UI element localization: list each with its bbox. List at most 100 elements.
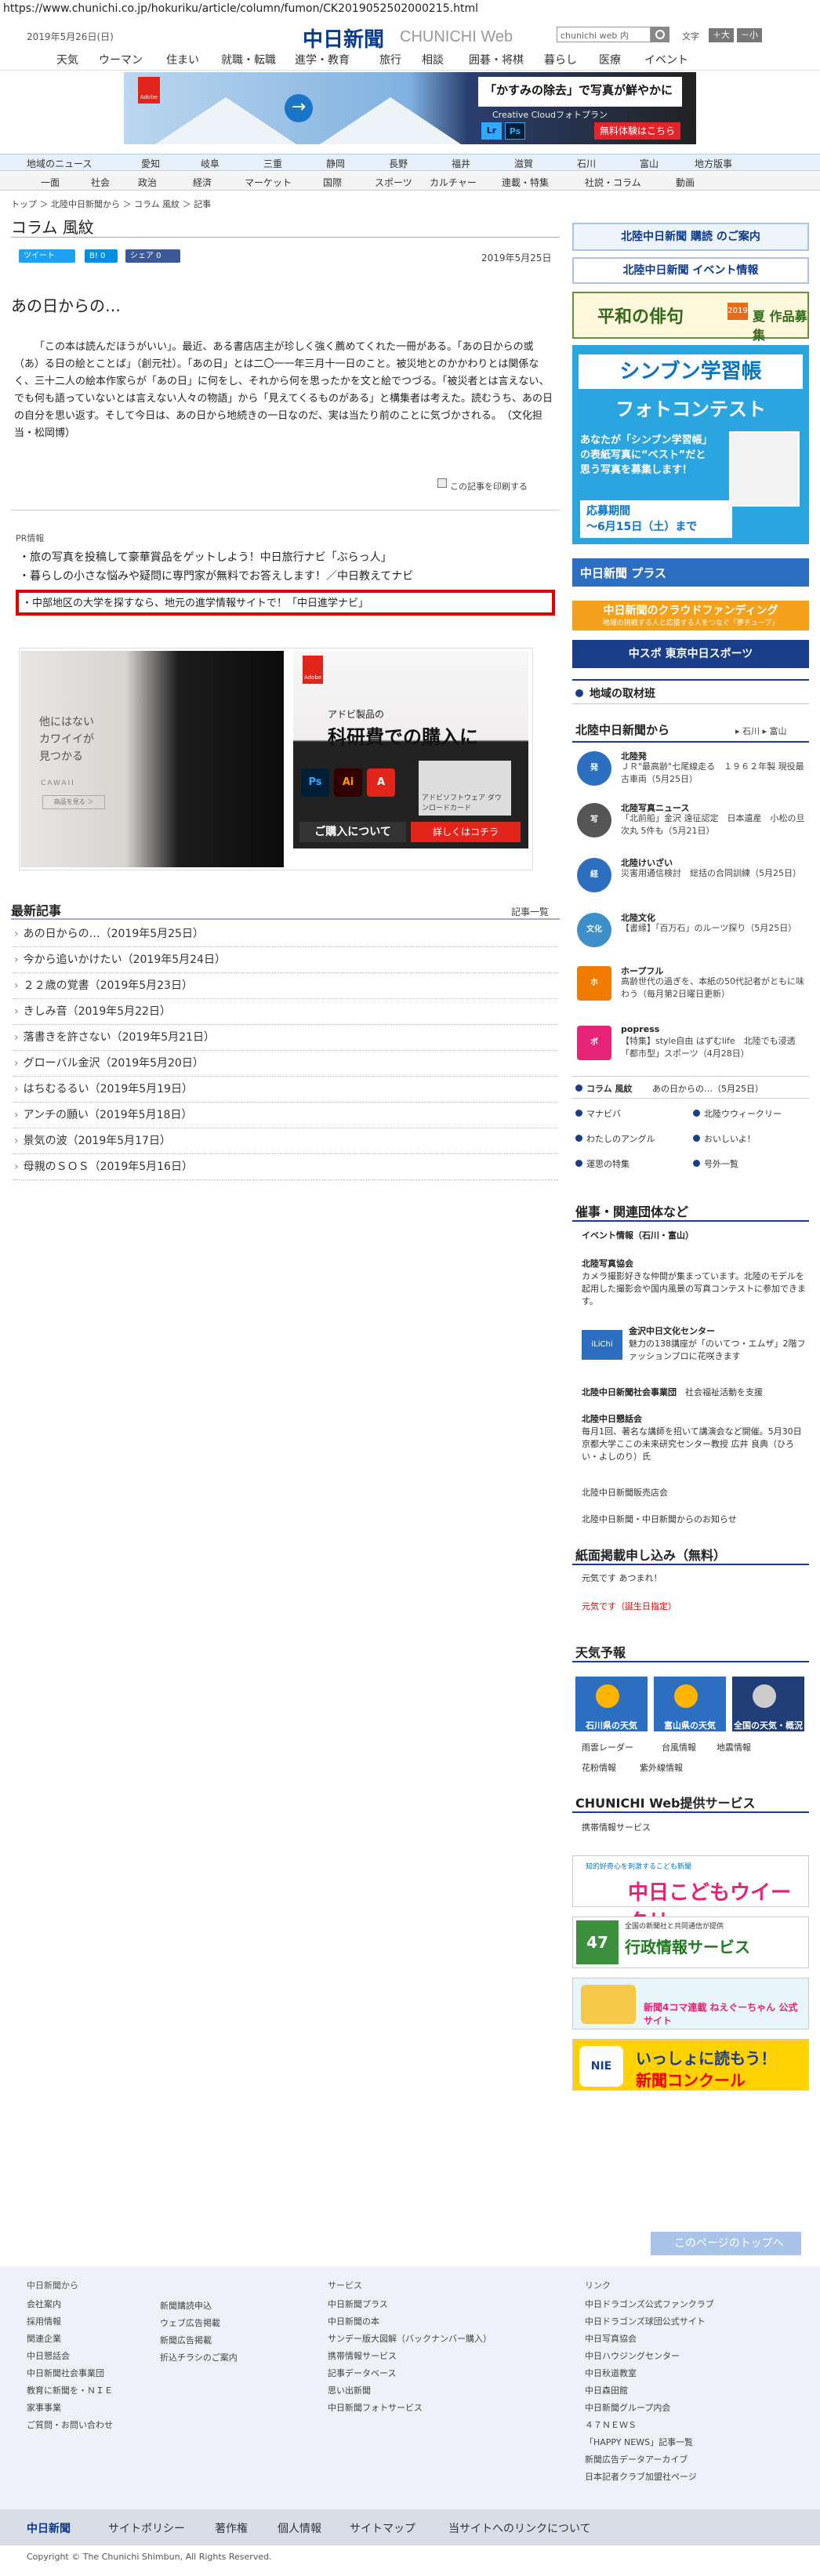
event-item[interactable]: 北陸中日新聞販売店会 <box>582 1487 809 1499</box>
news-item-desc[interactable]: ＪＲ"最高齢"七尾線走る １９６２年製 現役最古車両（5月25日） <box>621 761 809 786</box>
news-item-desc[interactable]: 災害用通信検討 総括の合同訓練（5月25日） <box>621 867 809 880</box>
font-small-button[interactable]: －小 <box>737 28 762 42</box>
weather-toyama[interactable]: 富山県の天気 <box>654 1677 726 1731</box>
latest-item[interactable]: アンチの願い（2019年5月18日） <box>13 1103 558 1128</box>
col-link[interactable]: 運思の特集 <box>575 1157 630 1170</box>
footer-link[interactable]: 関連企業 <box>27 2331 152 2348</box>
gnav-item[interactable]: イベント <box>644 52 688 67</box>
footer-link[interactable]: 中日ドラゴンズ球団公式サイト <box>585 2313 812 2331</box>
adobe-details-button[interactable]: 詳しくはコチラ <box>411 822 521 842</box>
rnav-item[interactable]: 滋賀 <box>514 157 533 170</box>
local-reporting-link[interactable]: 地域の取材班 <box>572 679 809 704</box>
subscribe-button[interactable]: 北陸中日新聞 購読 のご案内 <box>572 223 809 251</box>
snav-item[interactable]: 動画 <box>676 176 695 189</box>
site-logo-sub[interactable]: CHUNICHI Web <box>400 28 513 46</box>
footer-link[interactable]: 中日ハウジングセンター <box>585 2348 812 2365</box>
footer-link[interactable]: 中日新聞の本 <box>328 2313 563 2331</box>
gnav-item[interactable]: 住まい <box>166 52 199 67</box>
footer-link[interactable]: 日本記者クラブ加盟社ページ <box>585 2469 812 2486</box>
footer-link[interactable]: 家事事業 <box>27 2400 152 2417</box>
rnav-item[interactable]: 長野 <box>389 157 408 170</box>
col-link[interactable]: わたしのアングル <box>575 1132 655 1145</box>
footer-link[interactable]: 教育に新聞を・ＮＩＥ <box>27 2382 152 2400</box>
rnav-item[interactable]: 福井 <box>452 157 470 170</box>
snav-item[interactable]: 政治 <box>138 176 157 189</box>
news-item[interactable]: ホホープフル 高齢世代の過ぎを、本紙の50代記者がともに味わう（毎月第2日曜日更新… <box>575 965 807 1008</box>
rnav-item[interactable]: 富山 <box>640 157 659 170</box>
weather-link[interactable]: 紫外線情報 <box>640 1761 683 1774</box>
footer-link[interactable]: 中日森田館 <box>585 2382 812 2400</box>
latest-item[interactable]: はちむるるい（2019年5月19日） <box>13 1077 558 1103</box>
pr-link[interactable]: ・中部地区の大学を探すなら、地元の進学情報サイトで！「中日進学ナビ」 <box>22 594 368 609</box>
rnav-item[interactable]: 石川 <box>577 157 596 170</box>
footer-bar-link[interactable]: 個人情報 <box>278 2520 321 2536</box>
gnav-item[interactable]: 進学・教育 <box>295 52 350 67</box>
news-item-title[interactable]: popress <box>621 1024 659 1034</box>
gnav-item[interactable]: 天気 <box>56 52 78 67</box>
footer-link[interactable]: 中日ドラゴンズ公式ファンクラブ <box>585 2296 812 2313</box>
print-request-link[interactable]: 元気です あつまれ！ <box>582 1571 662 1584</box>
pr-link-text[interactable]: 旅の写真を投稿して豪華賞品をゲットしよう！中日旅行ナビ「ぶらっ人」 <box>30 551 392 564</box>
event-item[interactable]: 北陸写真協会 カメラ撮影好きな仲間が集まっています。北陸のモデルを起用した撮影会や… <box>582 1258 809 1308</box>
column-latest-link[interactable]: あの日からの…（5月25日） <box>652 1082 764 1095</box>
facebook-share-button[interactable]: シェア 0 <box>125 249 180 263</box>
latest-item[interactable]: 今から追いかけたい（2019年5月24日） <box>13 947 558 973</box>
footer-link[interactable]: サンデー版大図解（バックナンバー購入） <box>328 2331 563 2348</box>
latest-item[interactable]: 落書きを許さない（2019年5月21日） <box>13 1025 558 1051</box>
footer-link[interactable]: ４７ＮＥＷＳ <box>585 2417 812 2434</box>
column-link[interactable]: コラム 風紋 <box>575 1082 633 1095</box>
top-banner-ad[interactable]: Adobe → 「かすみの除去」で写真が鮮やかに Creative Cloudフ… <box>124 72 696 144</box>
footer-link[interactable]: 思い出新聞 <box>328 2382 563 2400</box>
gnav-item[interactable]: 暮らし <box>544 52 577 67</box>
pr-link[interactable]: ・暮らしの小さな悩みや疑問に専門家が無料でお答えします！／中日教えてナビ <box>19 568 413 583</box>
event-item[interactable]: 北陸中日新聞・中日新聞からのお知らせ <box>582 1513 809 1526</box>
footer-bar-link[interactable]: サイトポリシー <box>108 2520 185 2536</box>
footer-link[interactable]: 新聞購読申込 <box>160 2298 285 2315</box>
news-item-desc[interactable]: 「北前船」金沢 遠征認定 日本遺産 小松の旦次丸 5件も（5月21日） <box>621 812 809 837</box>
event-title[interactable]: 金沢中日文化センター <box>629 1325 809 1338</box>
back-to-top-button[interactable]: このページのトップへ <box>651 2232 801 2255</box>
rnav-item[interactable]: 地域のニュース <box>27 157 92 170</box>
gnav-item[interactable]: 囲碁・将棋 <box>469 52 524 67</box>
rnav-item[interactable]: 愛知 <box>141 157 160 170</box>
footer-link[interactable]: 中日新聞グループ内会 <box>585 2400 812 2417</box>
news-item[interactable]: 発北陸発 ＪＲ"最高齢"七尾線走る １９６２年製 現役最古車両（5月25日） <box>575 750 807 794</box>
adobe-ad[interactable]: Adobe アドビ製品の 科研費での購入に Ps Ai A アドビソフトウェア … <box>293 651 528 848</box>
event-title[interactable]: 北陸写真協会 <box>582 1258 809 1270</box>
weather-link[interactable]: 地震情報 <box>717 1741 751 1753</box>
footer-link[interactable]: 中日懇話会 <box>27 2348 152 2365</box>
rnav-item[interactable]: 地方版事 <box>695 157 732 170</box>
weather-national[interactable]: 全国の天気・概況 <box>732 1677 804 1731</box>
footer-link[interactable]: 中日新聞フォトサービス <box>328 2400 563 2417</box>
print-request-link[interactable]: 元気です（誕生日指定） <box>582 1600 677 1612</box>
hatena-button[interactable]: B! 0 <box>85 249 118 263</box>
event-item[interactable]: iLiChi 金沢中日文化センター 魅力の138講座が「のいてつ・エムザ」2階ファッ… <box>582 1325 809 1363</box>
footer-link[interactable]: 採用情報 <box>27 2313 152 2331</box>
footer-link[interactable]: 折込チラシのご案内 <box>160 2349 285 2367</box>
font-large-button[interactable]: ＋大 <box>709 28 734 42</box>
latest-item[interactable]: グローバル金沢（2019年5月20日） <box>13 1051 558 1077</box>
col-link[interactable]: マナビバ <box>575 1107 621 1120</box>
latest-all-link[interactable]: 記事一覧 <box>511 905 549 918</box>
latest-item[interactable]: 母親のＳＯＳ（2019年5月16日） <box>13 1154 558 1180</box>
latest-item[interactable]: あの日からの…（2019年5月25日） <box>13 921 558 947</box>
weather-ishikawa[interactable]: 石川県の天気 <box>575 1677 648 1731</box>
snav-item[interactable]: 連載・特集 <box>502 176 549 189</box>
snav-item[interactable]: 社会 <box>91 176 110 189</box>
footer-link[interactable]: 会社案内 <box>27 2296 152 2313</box>
event-info-button[interactable]: 北陸中日新聞 イベント情報 <box>572 257 809 284</box>
fashion-ad[interactable]: 他にはない カワイイが 見つかる CAWAII 商品を見る ＞ <box>20 651 284 867</box>
rnav-item[interactable]: 三重 <box>263 157 282 170</box>
event-title[interactable]: 北陸中日新聞販売店会 <box>582 1488 668 1498</box>
pr-link-text[interactable]: 中部地区の大学を探すなら、地元の進学情報サイトで！「中日進学ナビ」 <box>32 598 368 609</box>
event-title[interactable]: イベント情報（石川・富山） <box>582 1230 694 1241</box>
weather-link[interactable]: 雨雲レーダー <box>582 1741 633 1753</box>
footer-link[interactable]: 中日写真協会 <box>585 2331 812 2348</box>
col-link[interactable]: おいしいよ！ <box>693 1132 756 1145</box>
footer-bar-link[interactable]: サイトマップ <box>350 2520 415 2536</box>
snav-item[interactable]: スポーツ <box>375 176 412 189</box>
footer-logo[interactable]: 中日新聞 <box>27 2520 71 2536</box>
news-item[interactable]: ポ popress 【特集】style自由 はずむlife 北陸でも浸透「都市型」ス… <box>575 1024 807 1068</box>
latest-item[interactable]: 景気の波（2019年5月17日） <box>13 1128 558 1154</box>
event-title[interactable]: 北陸中日新聞社会事業団 <box>582 1387 677 1397</box>
